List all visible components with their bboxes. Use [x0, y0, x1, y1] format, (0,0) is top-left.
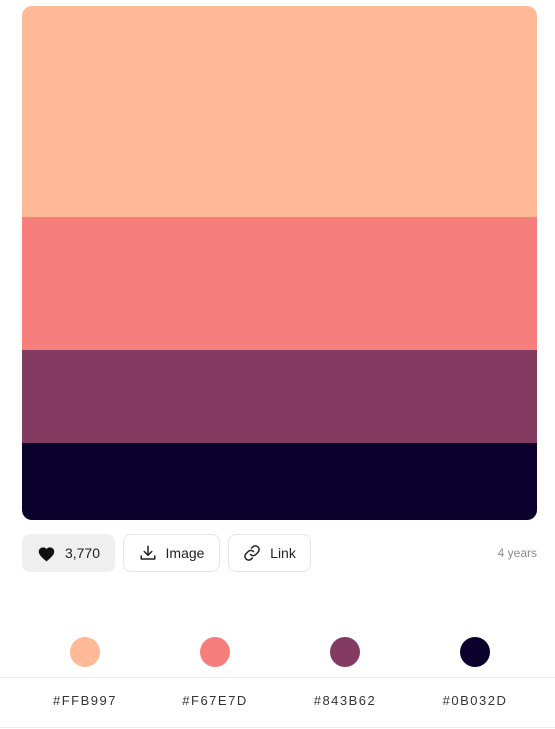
swatch-3[interactable]: [22, 350, 537, 443]
hex-code-1[interactable]: #FFB997: [35, 693, 135, 708]
copy-link-button[interactable]: Link: [228, 534, 311, 572]
color-dot-4[interactable]: [460, 637, 490, 667]
palette-preview[interactable]: [22, 6, 537, 520]
swatch-2[interactable]: [22, 217, 537, 350]
color-dot-3[interactable]: [330, 637, 360, 667]
image-label: Image: [165, 545, 205, 561]
hex-code-2[interactable]: #F67E7D: [165, 693, 265, 708]
hex-codes: #FFB997 #F67E7D #843B62 #0B032D: [0, 693, 555, 713]
palette-age: 4 years: [497, 546, 537, 560]
hex-code-3[interactable]: #843B62: [295, 693, 395, 708]
divider: [0, 677, 555, 678]
color-dot-2[interactable]: [200, 637, 230, 667]
swatch-1[interactable]: [22, 6, 537, 217]
palette-actions: 3,770 Image Link 4 years: [22, 534, 537, 572]
color-dots: [0, 636, 555, 668]
heart-icon: [37, 545, 56, 562]
like-count: 3,770: [64, 545, 101, 561]
like-button[interactable]: 3,770: [22, 534, 115, 572]
hex-code-4[interactable]: #0B032D: [425, 693, 525, 708]
swatch-4[interactable]: [22, 443, 537, 520]
link-icon: [243, 544, 261, 562]
link-label: Link: [270, 545, 296, 561]
download-icon: [139, 544, 157, 562]
divider: [0, 727, 555, 728]
color-dot-1[interactable]: [70, 637, 100, 667]
download-image-button[interactable]: Image: [123, 534, 220, 572]
